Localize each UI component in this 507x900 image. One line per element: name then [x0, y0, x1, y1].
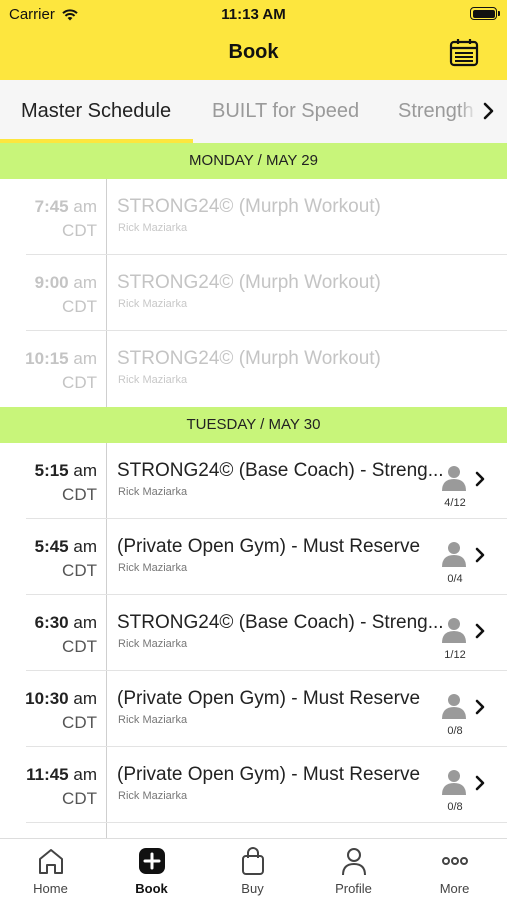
class-timezone: CDT — [62, 637, 97, 656]
bottom-tab-buy[interactable]: Buy — [202, 839, 303, 900]
bottom-tab-book[interactable]: Book — [101, 839, 202, 900]
class-row[interactable]: 11:45 am CDT (Private Open Gym) - Must Re… — [0, 747, 507, 823]
class-row[interactable]: 9:00 am CDT STRONG24© (Murph Workout) Ric… — [0, 255, 507, 331]
day-header-monday: MONDAY / MAY 29 — [0, 143, 507, 179]
tab-master-schedule[interactable]: Master Schedule — [21, 100, 171, 123]
bottom-tab-more[interactable]: More — [404, 839, 505, 900]
class-timezone: CDT — [62, 221, 97, 240]
class-title: STRONG24© (Murph Workout) — [117, 272, 381, 293]
class-title: STRONG24© (Base Coach) - Streng... — [117, 612, 444, 633]
class-time: 7:45 — [34, 197, 69, 216]
class-time: 11:45 — [26, 765, 69, 784]
class-row[interactable]: 10:15 am CDT STRONG24© (Murph Workout) Ri… — [0, 331, 507, 407]
person-icon — [442, 770, 466, 795]
more-dots-icon — [442, 857, 468, 865]
bottom-tab-home[interactable]: Home — [0, 839, 101, 900]
class-timezone: CDT — [62, 789, 97, 808]
coach-name: Rick Maziarka — [118, 222, 188, 234]
clock: 11:13 AM — [221, 6, 286, 23]
bottom-tab-label: More — [439, 881, 470, 896]
tab-built-for-speed[interactable]: BUILT for Speed — [212, 100, 359, 123]
person-icon — [442, 542, 466, 567]
class-timezone: CDT — [62, 373, 97, 392]
class-row[interactable]: 5:45 am CDT (Private Open Gym) - Must Res… — [0, 519, 507, 595]
top-bar: Carrier 11:13 AM Book — [0, 0, 507, 80]
calendar-icon[interactable] — [449, 37, 479, 67]
coach-name: Rick Maziarka — [118, 790, 188, 802]
person-icon — [442, 618, 466, 643]
class-title: STRONG24© (Murph Workout) — [117, 196, 381, 217]
coach-name: Rick Maziarka — [118, 374, 188, 386]
class-capacity: 1/12 — [444, 649, 466, 661]
class-timezone: CDT — [62, 485, 97, 504]
class-row[interactable]: 6:30 am CDT STRONG24© (Base Coach) - Stre… — [0, 595, 507, 671]
bottom-tab-bar: Home Book Buy Profile More — [0, 838, 507, 900]
chevron-right-icon[interactable] — [474, 470, 486, 488]
class-title: STRONG24© (Base Coach) - Streng... — [117, 460, 444, 481]
coach-name: Rick Maziarka — [118, 562, 188, 574]
class-time: 10:30 — [25, 689, 69, 708]
class-row[interactable]: 7:45 am CDT STRONG24© (Murph Workout) Ric… — [0, 179, 507, 255]
schedule-tabs: Master Schedule BUILT for Speed Strength — [0, 80, 507, 143]
shopping-bag-icon — [242, 847, 264, 875]
coach-name: Rick Maziarka — [118, 298, 188, 310]
coach-name: Rick Maziarka — [118, 714, 188, 726]
class-title: (Private Open Gym) - Must Reserve — [117, 688, 421, 709]
class-capacity: 0/4 — [447, 573, 463, 585]
class-timezone: CDT — [62, 561, 97, 580]
class-timezone: CDT — [62, 713, 97, 732]
class-time: 5:15 — [34, 461, 69, 480]
chevron-right-icon[interactable] — [474, 546, 486, 564]
class-time: 9:00 — [34, 273, 69, 292]
home-icon — [39, 849, 63, 874]
class-capacity: 4/12 — [444, 497, 466, 509]
class-title: STRONG24© (Murph Workout) — [117, 348, 381, 369]
coach-name: Rick Maziarka — [118, 638, 188, 650]
bottom-tab-label: Book — [135, 881, 168, 896]
bottom-tab-label: Home — [33, 881, 68, 896]
battery-icon — [470, 7, 500, 20]
bottom-tab-label: Profile — [335, 881, 372, 896]
class-row[interactable]: 5:15 am CDT STRONG24© (Base Coach) - Stre… — [0, 443, 507, 519]
coach-name: Rick Maziarka — [118, 486, 188, 498]
status-bar: Carrier 11:13 AM — [0, 0, 507, 28]
person-icon — [342, 848, 366, 876]
class-title: (Private Open Gym) - Must Reserve — [117, 536, 421, 557]
chevron-right-icon[interactable] — [474, 698, 486, 716]
person-icon — [442, 466, 466, 491]
class-capacity: 0/8 — [447, 725, 463, 737]
class-time: 5:45 — [34, 537, 69, 556]
chevron-right-icon[interactable] — [474, 622, 486, 640]
class-time: 10:15 — [25, 349, 69, 368]
chevron-right-icon[interactable] — [474, 774, 486, 792]
bottom-tab-profile[interactable]: Profile — [303, 839, 404, 900]
class-timezone: CDT — [62, 297, 97, 316]
page-title: Book — [228, 41, 279, 63]
person-icon — [442, 694, 466, 719]
day-header-tuesday: TUESDAY / MAY 30 — [0, 407, 507, 443]
class-capacity: 0/8 — [447, 801, 463, 813]
bottom-tab-label: Buy — [241, 881, 264, 896]
chevron-right-icon[interactable] — [479, 100, 497, 122]
class-title: (Private Open Gym) - Must Reserve — [117, 764, 421, 785]
class-row[interactable]: 10:30 am CDT (Private Open Gym) - Must Re… — [0, 671, 507, 747]
class-time: 6:30 — [34, 613, 69, 632]
plus-square-icon — [139, 848, 165, 874]
